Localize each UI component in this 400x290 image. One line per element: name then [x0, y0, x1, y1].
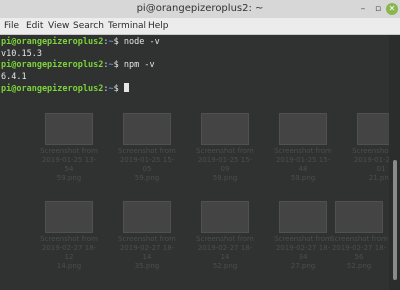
prompt-sign: $	[113, 84, 124, 94]
background-file: Screenshot from 2019-02-27 18-14 35.png	[118, 201, 176, 271]
file-caption: Screenshot from 2019-02-27 18-14 35.png	[118, 235, 176, 270]
minimize-icon[interactable]: –	[357, 3, 369, 15]
terminal-output: v10.15.3	[1, 48, 42, 59]
background-file: Screenshot from 2019-01-25 15-48 59.png	[274, 113, 332, 183]
menu-edit[interactable]: Edit	[26, 20, 43, 32]
file-caption: Screenshot from 2019-02-27 18-12 14.png	[40, 235, 98, 270]
prompt-sign: $	[113, 37, 124, 47]
command-text: npm -v	[123, 60, 155, 70]
file-thumbnail	[45, 113, 93, 145]
command-text: node -v	[123, 37, 160, 47]
scrollbar[interactable]	[389, 35, 400, 290]
file-thumbnail	[123, 113, 171, 145]
prompt-user-host: pi@orangepizeroplus2	[1, 37, 104, 47]
scrollbar-thumb[interactable]	[393, 160, 397, 280]
file-caption: Screenshot from 2019-01-25 15-05 59.png	[118, 147, 176, 182]
prompt-user-host: pi@orangepizeroplus2	[1, 84, 104, 94]
file-thumbnail	[201, 113, 249, 145]
terminal-lines: pi@orangepizeroplus2:~$ node -v v10.15.3…	[1, 37, 160, 95]
menu-help[interactable]: Help	[148, 20, 169, 32]
prompt-user-host: pi@orangepizeroplus2	[1, 60, 104, 70]
background-file: Screenshot from 2019-02-27 18-56 52.png	[330, 201, 388, 271]
window-title: pi@orangepizeroplus2: ~	[136, 3, 264, 14]
terminal-line: pi@orangepizeroplus2:~$ node -v	[1, 37, 160, 49]
close-icon[interactable]: ✕	[386, 3, 398, 15]
file-caption: Screenshot from 2019-01-25 13-54 59.png	[40, 147, 98, 182]
file-thumbnail	[335, 201, 383, 233]
title-bar[interactable]: pi@orangepizeroplus2: ~ – ▫ ✕	[0, 0, 400, 19]
file-thumbnail	[279, 113, 327, 145]
background-file: Screenshot from 2019-01-25 13-54 59.png	[40, 113, 98, 183]
menu-search[interactable]: Search	[73, 20, 104, 32]
file-caption: Screenshot from 2019-01-25 15-48 59.png	[274, 147, 332, 182]
background-file: Screenshot from 2019-02-27 18-12 14.png	[40, 201, 98, 271]
background-file: Screenshot from 2019-01-25 15-09 59.png	[196, 113, 254, 183]
file-thumbnail	[279, 201, 327, 233]
file-caption: Screenshot from 2019-02-27 18-56 52.png	[330, 235, 388, 270]
terminal-line: pi@orangepizeroplus2:~$ npm -v	[1, 60, 160, 72]
background-file: Screenshot from 2019-02-27 18-14 52.png	[196, 201, 254, 271]
file-caption: Screenshot from 2019-02-27 18-34 27.png	[274, 235, 332, 270]
file-caption: Screenshot from 2019-01-25 15-09 59.png	[196, 147, 254, 182]
background-file: Screenshot from 2019-01-25 15-05 59.png	[118, 113, 176, 183]
menu-bar: File Edit View Search Terminal Help	[0, 18, 400, 35]
terminal-area[interactable]: Screenshot from 2019-01-25 13-54 59.png …	[0, 35, 400, 290]
text-cursor	[123, 83, 129, 92]
background-file: Screenshot from 2019-02-27 18-34 27.png	[274, 201, 332, 271]
maximize-icon[interactable]: ▫	[372, 3, 384, 15]
menu-file[interactable]: File	[4, 20, 19, 32]
menu-view[interactable]: View	[48, 20, 69, 32]
menu-terminal[interactable]: Terminal	[108, 20, 146, 32]
terminal-line: pi@orangepizeroplus2:~$	[1, 83, 160, 95]
file-thumbnail	[45, 201, 93, 233]
prompt-sign: $	[113, 60, 124, 70]
terminal-window: pi@orangepizeroplus2: ~ – ▫ ✕ File Edit …	[0, 0, 400, 290]
file-thumbnail	[201, 201, 249, 233]
file-thumbnail	[123, 201, 171, 233]
file-caption: Screenshot from 2019-02-27 18-14 52.png	[196, 235, 254, 270]
terminal-output: 6.4.1	[1, 71, 27, 82]
